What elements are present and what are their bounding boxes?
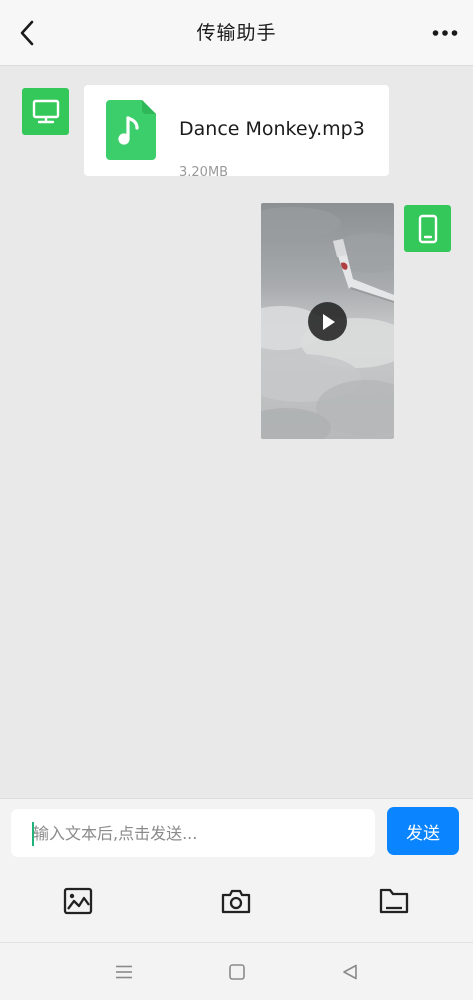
home-button[interactable] (226, 961, 248, 983)
page-title: 传输助手 (196, 22, 277, 44)
folder-button[interactable] (377, 884, 411, 918)
video-message[interactable] (261, 203, 394, 439)
mobile-phone-icon (418, 214, 437, 243)
camera-button[interactable] (219, 884, 253, 918)
folder-icon (379, 888, 409, 914)
file-size: 3.20MB (179, 165, 229, 180)
title-bar: 传输助手 (0, 0, 473, 66)
image-button[interactable] (61, 884, 95, 918)
more-horizontal-icon (432, 30, 458, 36)
music-note-icon (106, 100, 156, 160)
system-back-button[interactable] (339, 961, 361, 983)
play-icon (322, 313, 335, 330)
text-cursor (32, 822, 34, 846)
camera-icon (221, 889, 251, 914)
desktop-monitor-icon (32, 99, 59, 123)
more-button[interactable] (425, 16, 465, 50)
menu-lines-icon (116, 965, 132, 979)
image-icon (63, 887, 93, 915)
send-button[interactable]: 发送 (387, 807, 459, 855)
system-navigation-bar (0, 942, 473, 1000)
file-message[interactable]: Dance Monkey.mp3 3.20MB (84, 85, 389, 180)
square-home-icon (229, 964, 245, 980)
chat-area[interactable]: Dance Monkey.mp3 3.20MB (0, 66, 473, 798)
desktop-avatar[interactable] (22, 88, 69, 135)
play-button[interactable] (308, 302, 347, 341)
file-name: Dance Monkey.mp3 (179, 118, 365, 140)
attachment-toolbar (0, 865, 473, 942)
triangle-back-icon (343, 964, 357, 980)
phone-avatar[interactable] (404, 205, 451, 252)
message-input[interactable] (11, 809, 375, 857)
menu-button[interactable] (113, 961, 135, 983)
